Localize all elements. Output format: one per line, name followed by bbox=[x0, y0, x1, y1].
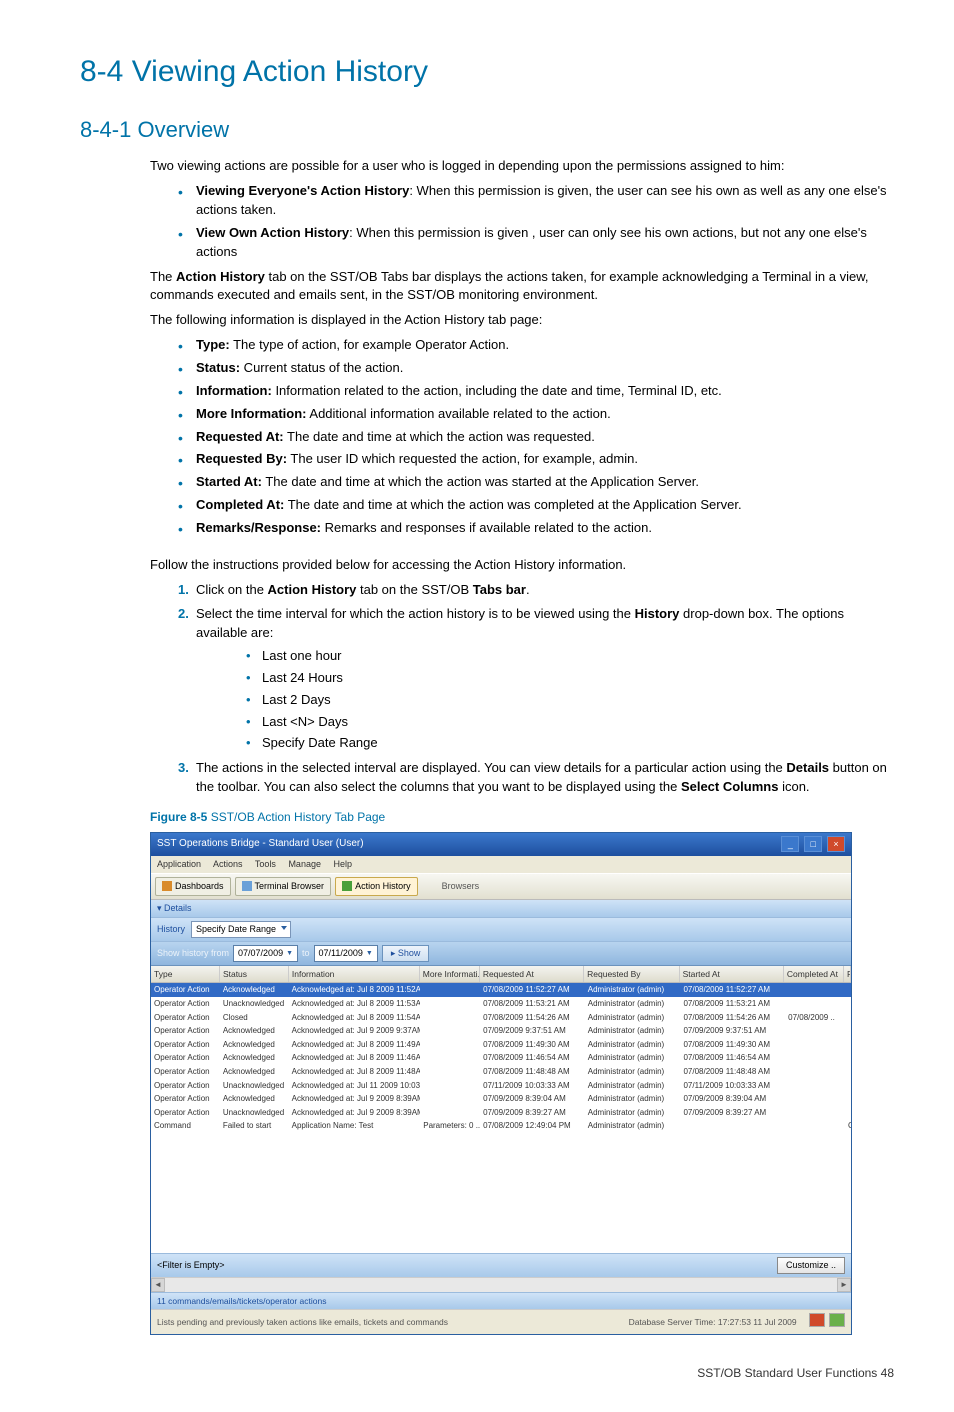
db-server-time: Database Server Time: 17:27:53 11 Jul 20… bbox=[629, 1316, 797, 1328]
table-row[interactable]: Operator ActionAcknowledgedAcknowledged … bbox=[151, 1065, 851, 1079]
table-row[interactable]: Operator ActionAcknowledgedAcknowledged … bbox=[151, 1092, 851, 1106]
body-text: The following information is displayed i… bbox=[150, 311, 894, 330]
tab-action-history[interactable]: Action History bbox=[335, 877, 418, 896]
grid-header: Type Status Information More Informati..… bbox=[151, 966, 851, 983]
close-icon[interactable]: × bbox=[827, 836, 845, 852]
perm-item: View Own Action History: When this permi… bbox=[178, 224, 894, 262]
option-item: Last one hour bbox=[246, 647, 894, 666]
col-status[interactable]: Status bbox=[220, 966, 289, 982]
table-row[interactable]: Operator ActionUnacknowledgedAcknowledge… bbox=[151, 1079, 851, 1093]
col-information[interactable]: Information bbox=[289, 966, 420, 982]
action-history-grid: Type Status Information More Informati..… bbox=[151, 966, 851, 1253]
field-item: Started At: The date and time at which t… bbox=[178, 473, 894, 492]
col-remarks[interactable]: Remarks/Respo bbox=[844, 966, 851, 982]
table-row[interactable]: Operator ActionAcknowledgedAcknowledged … bbox=[151, 1038, 851, 1052]
step-item: Select the time interval for which the a… bbox=[178, 605, 894, 753]
field-item: Status: Current status of the action. bbox=[178, 359, 894, 378]
window-title: SST Operations Bridge - Standard User (U… bbox=[157, 837, 364, 852]
page-footer: SST/OB Standard User Functions 48 bbox=[80, 1365, 894, 1382]
option-item: Specify Date Range bbox=[246, 734, 894, 753]
titlebar: SST Operations Bridge - Standard User (U… bbox=[151, 833, 851, 856]
body-text: The Action History tab on the SST/OB Tab… bbox=[150, 268, 894, 306]
field-item: Completed At: The date and time at which… bbox=[178, 496, 894, 515]
tab-dashboards[interactable]: Dashboards bbox=[155, 877, 231, 896]
history-label: History bbox=[157, 923, 185, 936]
step-item: Click on the Action History tab on the S… bbox=[178, 581, 894, 600]
history-range-select[interactable]: Specify Date Range bbox=[191, 921, 291, 938]
action-history-icon bbox=[342, 881, 352, 891]
field-item: More Information: Additional information… bbox=[178, 405, 894, 424]
menu-item[interactable]: Manage bbox=[288, 859, 321, 869]
status-bar: Lists pending and previously taken actio… bbox=[151, 1309, 851, 1333]
dashboards-icon bbox=[162, 881, 172, 891]
status-text: Lists pending and previously taken actio… bbox=[157, 1316, 448, 1328]
perm-item: Viewing Everyone's Action History: When … bbox=[178, 182, 894, 220]
horizontal-scrollbar[interactable]: ◄ ► bbox=[151, 1277, 851, 1292]
scroll-right-icon[interactable]: ► bbox=[837, 1278, 851, 1292]
col-requested-at[interactable]: Requested At bbox=[480, 966, 584, 982]
menu-item[interactable]: Actions bbox=[213, 859, 243, 869]
table-row[interactable]: Operator ActionUnacknowledgedAcknowledge… bbox=[151, 1106, 851, 1120]
table-row[interactable]: Operator ActionAcknowledgedAcknowledged … bbox=[151, 1024, 851, 1038]
show-from-label: Show history from bbox=[157, 947, 229, 960]
show-button[interactable]: ▸ Show bbox=[382, 945, 430, 962]
table-row[interactable]: Operator ActionAcknowledgedAcknowledged … bbox=[151, 1051, 851, 1065]
intro-text: Two viewing actions are possible for a u… bbox=[150, 157, 894, 176]
tab-browsers[interactable]: Browsers bbox=[442, 880, 480, 893]
field-item: Requested At: The date and time at which… bbox=[178, 428, 894, 447]
figure-caption: Figure 8-5 SST/OB Action History Tab Pag… bbox=[150, 809, 894, 826]
details-bar[interactable]: ▾ Details bbox=[151, 900, 851, 918]
table-row[interactable]: CommandFailed to startApplication Name: … bbox=[151, 1119, 851, 1133]
table-row[interactable]: Operator ActionClosedAcknowledged at: Ju… bbox=[151, 1011, 851, 1025]
customize-button[interactable]: Customize .. bbox=[777, 1257, 845, 1274]
date-range-bar: Show history from 07/07/2009 to 07/11/20… bbox=[151, 942, 851, 966]
to-label: to bbox=[302, 947, 310, 960]
option-item: Last 24 Hours bbox=[246, 669, 894, 688]
menu-item[interactable]: Application bbox=[157, 859, 201, 869]
col-more-info[interactable]: More Informati.. bbox=[420, 966, 480, 982]
window-controls: _ □ × bbox=[779, 836, 845, 853]
field-item: Type: The type of action, for example Op… bbox=[178, 336, 894, 355]
body-text: Follow the instructions provided below f… bbox=[150, 556, 894, 575]
status-icon-green bbox=[829, 1313, 845, 1327]
scroll-left-icon[interactable]: ◄ bbox=[151, 1278, 165, 1292]
section-title: 8-4-1 Overview bbox=[80, 114, 894, 146]
tab-terminal-browser[interactable]: Terminal Browser bbox=[235, 877, 332, 896]
field-item: Information: Information related to the … bbox=[178, 382, 894, 401]
table-row[interactable]: Operator ActionUnacknowledgedAcknowledge… bbox=[151, 997, 851, 1011]
history-bar: History Specify Date Range bbox=[151, 918, 851, 942]
page-title: 8-4 Viewing Action History bbox=[80, 50, 894, 94]
step-item: The actions in the selected interval are… bbox=[178, 759, 894, 797]
filter-status: <Filter is Empty> bbox=[157, 1259, 225, 1272]
status-icon-red bbox=[809, 1313, 825, 1327]
maximize-icon[interactable]: □ bbox=[804, 836, 822, 852]
field-item: Requested By: The user ID which requeste… bbox=[178, 450, 894, 469]
col-requested-by[interactable]: Requested By bbox=[584, 966, 679, 982]
col-started-at[interactable]: Started At bbox=[680, 966, 784, 982]
minimize-icon[interactable]: _ bbox=[781, 836, 799, 852]
terminal-icon bbox=[242, 881, 252, 891]
col-completed-at[interactable]: Completed At bbox=[784, 966, 844, 982]
menubar: Application Actions Tools Manage Help bbox=[151, 856, 851, 873]
field-item: Remarks/Response: Remarks and responses … bbox=[178, 519, 894, 538]
table-row[interactable]: Operator ActionAcknowledgedAcknowledged … bbox=[151, 983, 851, 997]
tabs-bar: Dashboards Terminal Browser Action Histo… bbox=[151, 873, 851, 900]
option-item: Last <N> Days bbox=[246, 713, 894, 732]
screenshot-app-window: SST Operations Bridge - Standard User (U… bbox=[150, 832, 852, 1334]
col-type[interactable]: Type bbox=[151, 966, 220, 982]
filter-bar: <Filter is Empty> Customize .. bbox=[151, 1253, 851, 1277]
count-bar: 11 commands/emails/tickets/operator acti… bbox=[151, 1292, 851, 1309]
menu-item[interactable]: Tools bbox=[255, 859, 276, 869]
date-from-input[interactable]: 07/07/2009 bbox=[233, 945, 298, 962]
option-item: Last 2 Days bbox=[246, 691, 894, 710]
date-to-input[interactable]: 07/11/2009 bbox=[314, 945, 378, 962]
menu-item[interactable]: Help bbox=[333, 859, 352, 869]
